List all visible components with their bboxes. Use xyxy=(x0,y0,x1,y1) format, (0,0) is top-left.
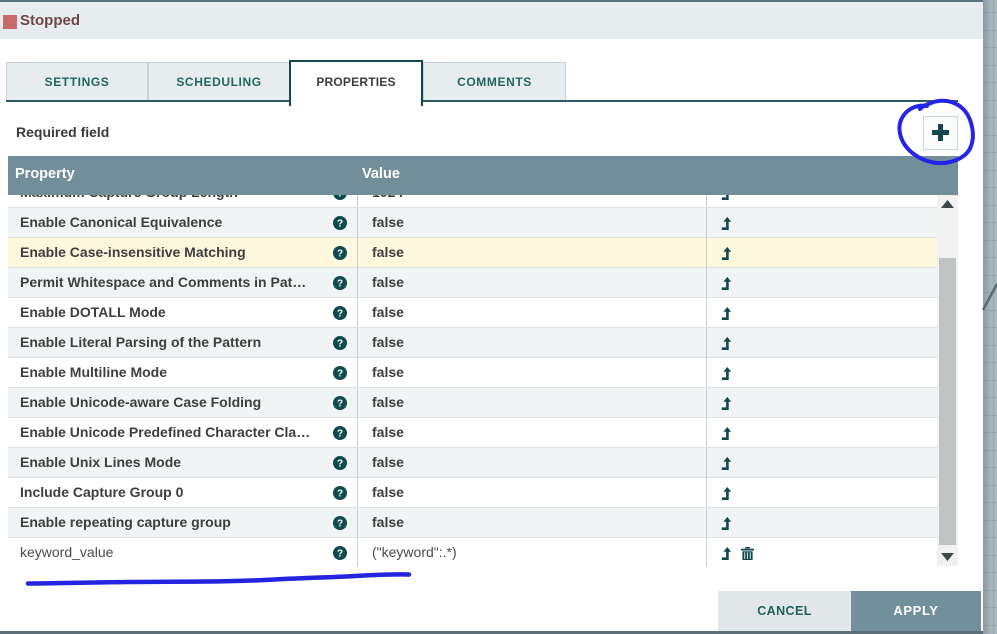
svg-text:?: ? xyxy=(337,339,343,350)
svg-text:?: ? xyxy=(337,519,343,530)
svg-text:?: ? xyxy=(337,309,343,320)
svg-text:?: ? xyxy=(337,219,343,230)
svg-text:?: ? xyxy=(337,249,343,260)
svg-text:?: ? xyxy=(337,369,343,380)
svg-text:?: ? xyxy=(337,549,343,560)
svg-text:?: ? xyxy=(337,429,343,440)
svg-text:?: ? xyxy=(337,279,343,290)
svg-text:?: ? xyxy=(337,399,343,410)
svg-text:?: ? xyxy=(337,489,343,500)
svg-text:?: ? xyxy=(337,195,343,200)
svg-text:?: ? xyxy=(337,459,343,470)
